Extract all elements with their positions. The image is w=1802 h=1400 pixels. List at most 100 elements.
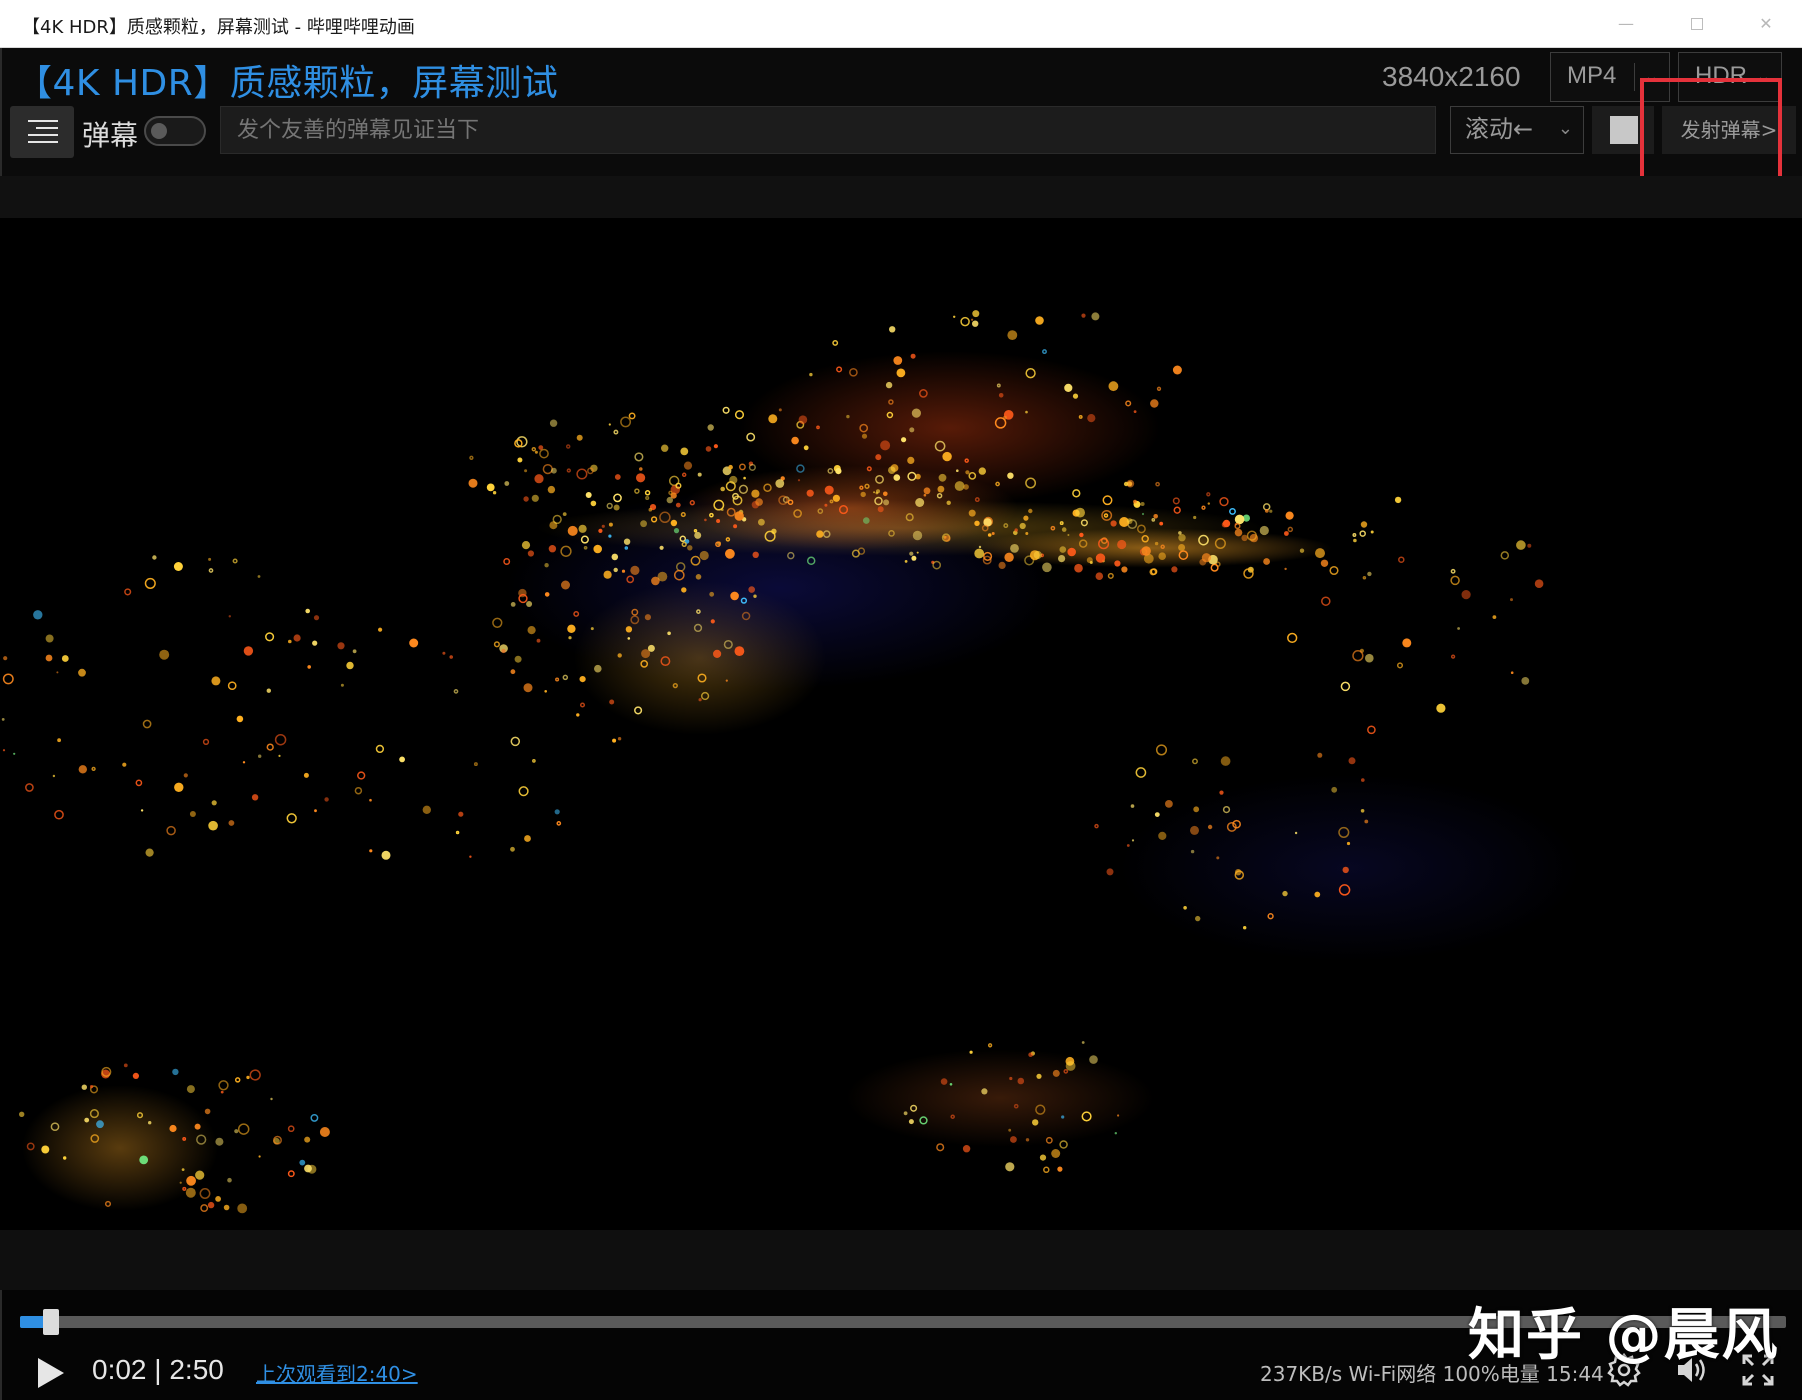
maximize-button[interactable] [1685,14,1709,36]
light-particle [709,591,715,597]
light-particle [211,800,217,806]
light-particle [875,474,884,484]
hdr-select[interactable]: HDR ⌄ [1678,52,1782,102]
minimize-button[interactable]: — [1614,14,1638,36]
light-particle [716,519,721,523]
light-particle [981,1088,988,1095]
light-particle [1282,890,1288,897]
light-particle [314,809,317,813]
light-particle [709,512,714,518]
light-particle [1005,1162,1015,1172]
light-particle [888,399,894,405]
light-particle [122,762,127,767]
send-danmu-button[interactable]: 发射弹幕> [1662,106,1796,154]
danmu-toggle[interactable] [144,116,206,146]
light-particle [1072,489,1081,498]
light-particle [183,773,188,778]
light-particle [56,671,59,674]
light-particle [1089,561,1093,564]
light-particle [1214,537,1226,549]
light-particle [492,617,503,628]
light-particle [3,656,8,661]
danmu-color-picker[interactable] [1592,106,1654,154]
light-particle [13,752,16,755]
color-swatch-icon [1610,116,1638,144]
light-particle [1081,1111,1092,1122]
light-particle [288,639,292,644]
danmu-input[interactable] [220,106,1436,154]
light-particle [866,466,872,472]
light-particle [123,1063,128,1068]
light-particle [310,1113,319,1122]
light-particle [337,642,345,650]
light-particle [202,738,210,746]
light-particle [693,623,703,633]
light-particle [661,444,669,452]
light-particle [1220,756,1231,766]
light-particle [1087,414,1096,423]
light-particle [1033,550,1042,560]
light-particle [647,644,655,652]
light-particle [1516,540,1526,550]
light-particle [809,372,813,377]
light-particle [627,637,631,640]
light-particle [139,1155,149,1165]
format-select[interactable]: MP4 ⌄ [1550,52,1670,102]
video-frame[interactable] [0,218,1802,1230]
light-particle [936,1143,945,1152]
light-particle [1269,509,1273,513]
resume-playback-link[interactable]: 上次观看到2:40> [256,1358,418,1387]
light-particle [1492,615,1497,619]
light-particle [950,1114,955,1119]
light-particle [797,479,801,482]
light-particle [1314,891,1321,898]
light-particle [319,1127,330,1137]
light-particle [324,797,329,802]
light-particle [539,448,549,459]
light-particle [50,1122,60,1132]
light-particle [526,601,533,607]
menu-button[interactable] [10,106,74,158]
light-particle [211,676,221,686]
light-particle [620,416,632,428]
light-particle [971,318,974,321]
light-particle [816,425,820,430]
light-particle [576,434,583,441]
light-particle [613,429,619,435]
light-particle [791,436,799,445]
light-particle [630,615,640,625]
light-particle [576,713,580,717]
light-particle [680,512,686,518]
light-particle [1178,531,1182,535]
light-particle [142,719,152,729]
light-particle [640,660,649,668]
light-particle [33,610,43,620]
light-particle [612,738,617,743]
light-particle [1362,575,1367,580]
light-particle [208,557,212,561]
progress-thumb[interactable] [42,1309,59,1335]
light-particle [764,530,776,542]
light-particle [307,665,312,669]
light-particle [562,674,569,681]
light-particle [1063,1069,1069,1074]
light-particle [270,1097,273,1101]
close-button[interactable]: ✕ [1754,14,1778,36]
light-particle [266,688,271,693]
light-particle [287,1125,295,1133]
light-particle [634,452,644,462]
light-particle [1367,725,1376,735]
light-particle [943,535,951,542]
play-icon[interactable] [36,1356,66,1390]
light-particle [576,468,588,480]
light-particle [228,615,231,618]
light-particle [207,1201,215,1209]
light-particle [953,315,956,318]
light-particle [1080,519,1088,527]
light-particle [755,498,763,506]
light-particle [681,541,687,548]
danmu-mode-select[interactable]: 滚动← ⌄ [1450,106,1584,154]
light-particle [907,456,915,464]
light-particle [369,798,372,802]
light-particle [1461,590,1471,600]
